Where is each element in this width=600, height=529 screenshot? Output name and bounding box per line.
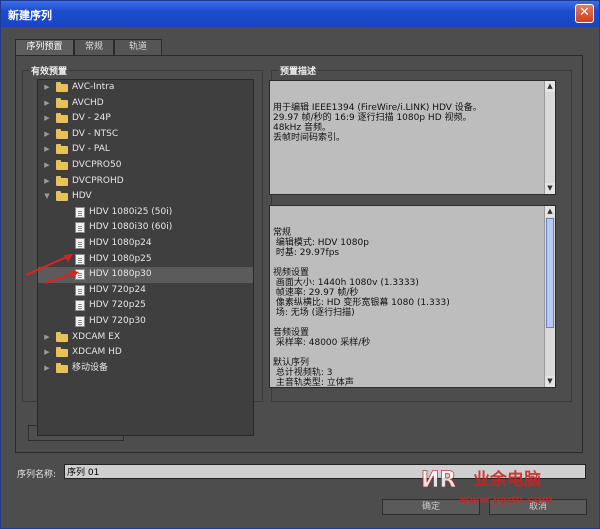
scroll-down-icon[interactable]: ▼ [545,376,555,387]
folder-icon [56,347,68,358]
chevron-right-icon[interactable]: ▶ [42,174,52,190]
preset-label: HDV 720p24 [89,284,146,295]
scroll-thumb[interactable] [546,218,554,328]
watermark-url: www.yydn.com [459,493,553,506]
preset-label: HDV [72,191,92,202]
chevron-right-icon[interactable]: ▶ [42,345,52,361]
folder-icon [56,362,68,373]
preset-file-row[interactable]: HDV 720p30 [38,314,253,330]
preset-label: DV - 24P [72,113,111,124]
preset-file-row[interactable]: HDV 1080i25 (50i) [38,205,253,221]
preset-folder-row[interactable]: ▶ XDCAM EX [38,330,253,346]
title-bar[interactable]: 新建序列 ✕ [1,1,599,27]
svg-text:ИR: ИR [421,468,456,493]
folder-icon [56,175,68,186]
close-button[interactable]: ✕ [575,4,594,23]
preset-file-row[interactable]: HDV 720p25 [38,298,253,314]
preset-file-row[interactable]: HDV 1080i30 (60i) [38,220,253,236]
preset-label: AVC-Intra [72,82,115,92]
preset-label: XDCAM HD [72,347,122,358]
sequence-name-label: 序列名称: [17,470,57,480]
file-icon [75,206,85,218]
file-icon [75,237,85,249]
chevron-right-icon[interactable]: ▶ [42,96,52,112]
folder-icon [56,113,68,124]
preset-label: HDV 1080p30 [89,269,152,280]
preset-label: HDV 720p25 [89,300,146,311]
folder-icon [56,97,68,108]
chevron-right-icon[interactable]: ▶ [42,361,52,377]
folder-icon [56,82,68,92]
chevron-right-icon[interactable]: ▶ [42,80,52,96]
tab-tracks[interactable]: 轨道 [114,39,162,55]
new-sequence-dialog: 新建序列 ✕ 序列预置 常规 轨道 有效预置 预置描述 删除预置 ▶AVC-In… [0,0,600,529]
file-icon [75,300,85,312]
preset-label: AVCHD [72,97,104,108]
preset-folder-row[interactable]: ▶ AVC-Intra [38,80,253,96]
tab-general[interactable]: 常规 [74,39,114,55]
preset-folder-row[interactable]: ▶ XDCAM HD [38,345,253,361]
preset-folder-row[interactable]: ▶ DV - NTSC [38,127,253,143]
folder-icon [56,331,68,342]
window-title: 新建序列 [8,9,52,22]
preset-summary: 用于编辑 IEEE1394 (FireWire/i.LINK) HDV 设备。 … [269,80,556,195]
watermark-brand: 业余电脑 [473,469,541,490]
preset-summary-text: 用于编辑 IEEE1394 (FireWire/i.LINK) HDV 设备。 … [273,103,482,143]
preset-folder-row[interactable]: ▶ AVCHD [38,96,253,112]
preset-label: HDV 1080p24 [89,237,152,248]
preset-label: DV - NTSC [72,128,119,139]
preset-label: HDV 1080i30 (60i) [89,222,173,233]
preset-label: HDV 1080p25 [89,253,152,264]
preset-folder-row[interactable]: ▼ HDV [38,189,253,205]
preset-folder-row[interactable]: ▶ DVCPRO50 [38,158,253,174]
preset-label: XDCAM EX [72,331,121,342]
preset-label: DVCPRO50 [72,159,122,170]
chevron-right-icon[interactable]: ▶ [42,111,52,127]
chevron-right-icon[interactable]: ▶ [42,158,52,174]
scroll-up-icon[interactable]: ▲ [545,206,555,217]
preset-label: 移动设备 [72,362,109,373]
preset-label: DVCPROHD [72,175,124,186]
chevron-right-icon[interactable]: ▶ [42,142,52,158]
folder-icon [56,191,68,202]
annotation-arrow-icon [25,254,79,284]
watermark-logo: ИR 业余电脑 www.yydn.com [421,468,553,506]
preset-folder-row[interactable]: ▶ DVCPROHD [38,174,253,190]
preset-label: HDV 720p30 [89,315,146,326]
file-icon [75,222,85,234]
preset-label: HDV 1080i25 (50i) [89,206,173,217]
file-icon [75,315,85,327]
details-scrollbar[interactable]: ▲ ▼ [544,206,555,387]
preset-folder-row[interactable]: ▶ DV - PAL [38,142,253,158]
tab-sequence-presets[interactable]: 序列预置 [15,39,74,55]
chevron-down-icon[interactable]: ▼ [42,189,52,205]
folder-icon [56,128,68,139]
preset-label: DV - PAL [72,144,110,155]
preset-details-text: 常规 编辑模式: HDV 1080p 时基: 29.97fps 视频设置 画面大… [273,228,450,388]
scroll-down-icon[interactable]: ▼ [545,183,555,194]
summary-scrollbar[interactable]: ▲ ▼ [544,81,555,194]
scroll-up-icon[interactable]: ▲ [545,81,555,92]
preset-details: 常规 编辑模式: HDV 1080p 时基: 29.97fps 视频设置 画面大… [269,205,556,388]
folder-icon [56,144,68,155]
preset-folder-row[interactable]: ▶ DV - 24P [38,111,253,127]
chevron-right-icon[interactable]: ▶ [42,330,52,346]
presets-group-label: 有效预置 [29,64,70,77]
chevron-right-icon[interactable]: ▶ [42,127,52,143]
folder-icon [56,159,68,170]
preset-folder-row[interactable]: ▶ 移动设备 [38,361,253,377]
description-group-label: 预置描述 [278,64,319,77]
